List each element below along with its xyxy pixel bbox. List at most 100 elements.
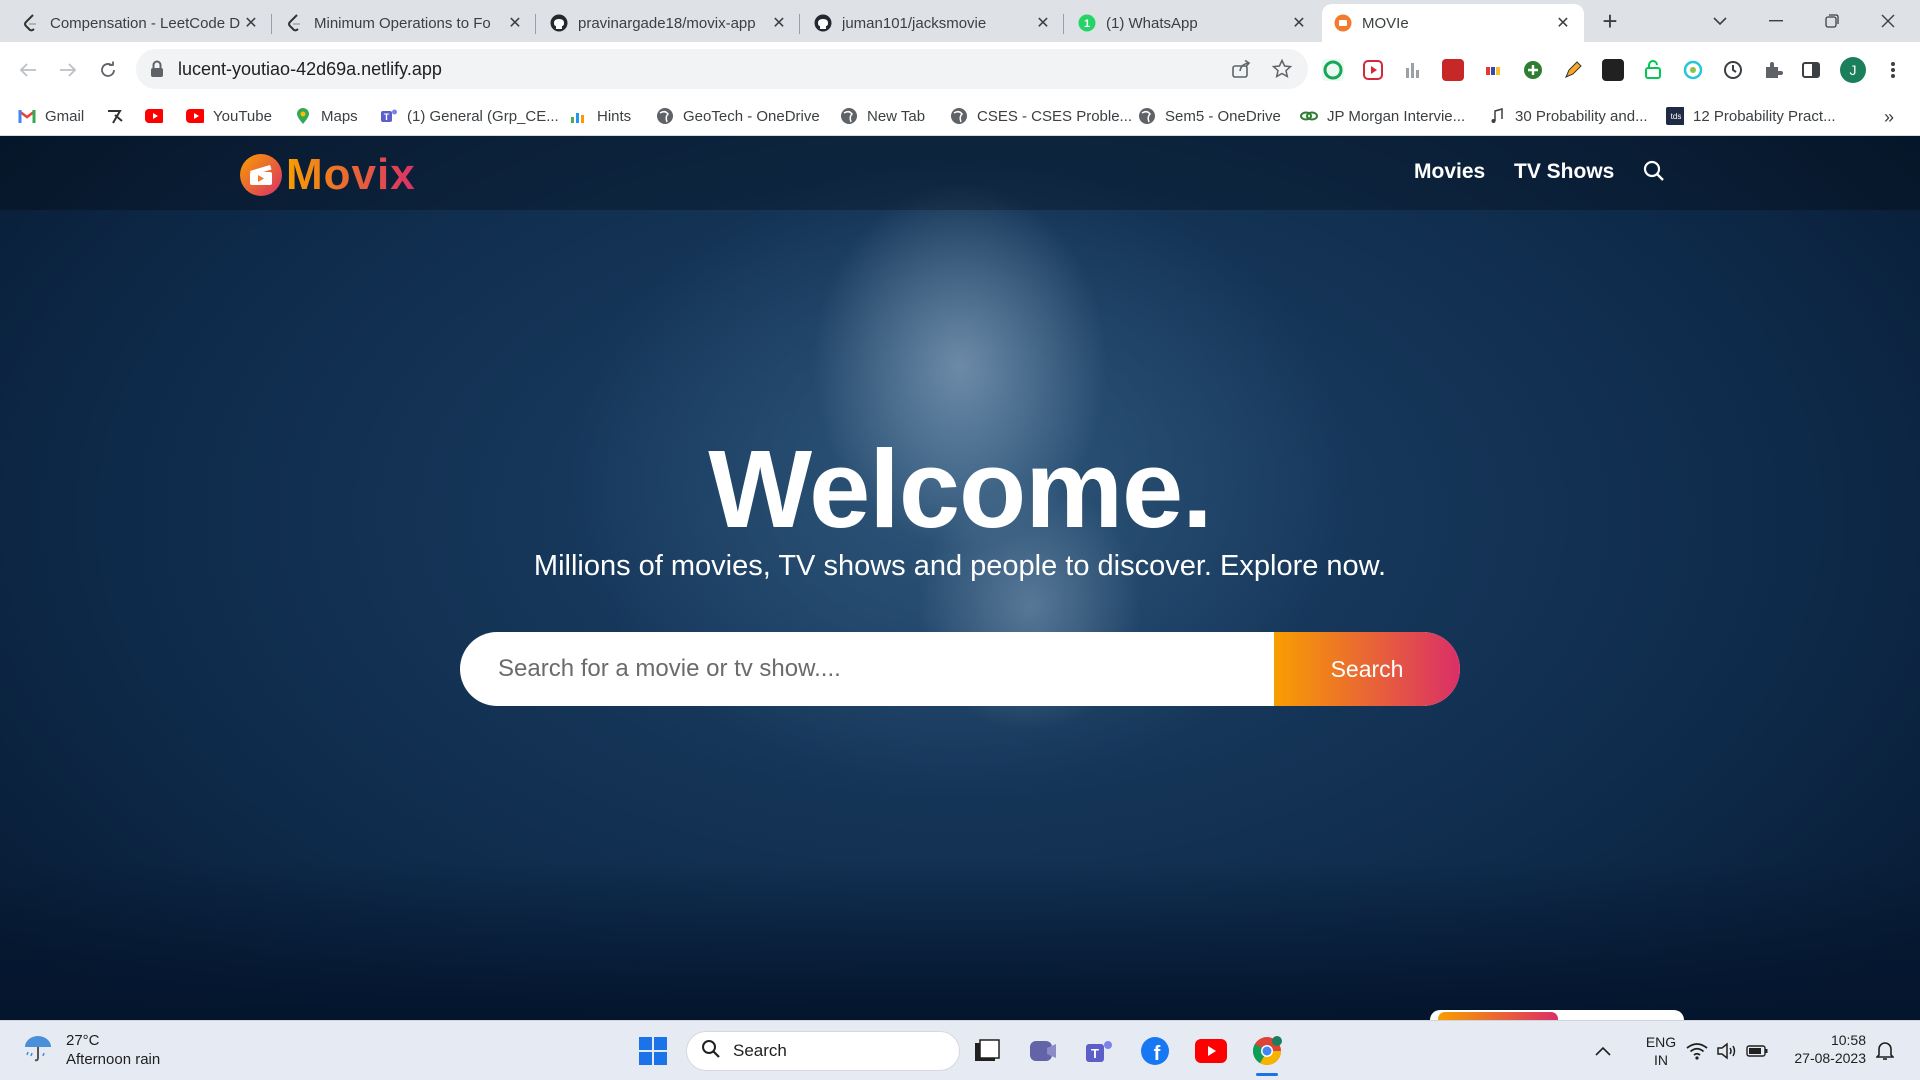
extension-icon-red-play[interactable] — [1362, 59, 1384, 81]
bookmark-item[interactable]: JP Morgan Intervie... — [1300, 107, 1465, 125]
lock-icon[interactable] — [150, 60, 164, 83]
restore-icon[interactable] — [1818, 8, 1846, 34]
extension-icon-target[interactable] — [1682, 59, 1704, 81]
browser-tab-active[interactable]: MOVIe ✕ — [1322, 4, 1584, 42]
github-icon — [550, 14, 568, 32]
bookmark-item[interactable]: Maps — [294, 107, 358, 125]
time-text: 10:58 — [1830, 1032, 1866, 1048]
bookmark-item[interactable]: CSES - CSES Proble... — [950, 107, 1132, 125]
movix-logo[interactable]: Movix — [240, 150, 416, 200]
browser-tab[interactable]: juman101/jacksmovie ✕ — [802, 4, 1064, 42]
date-text: 27-08-2023 — [1794, 1050, 1866, 1066]
browser-tab[interactable]: Minimum Operations to Fo ✕ — [274, 4, 536, 42]
tab-title: MOVIe — [1362, 14, 1409, 32]
globe-icon — [840, 107, 858, 125]
search-input[interactable] — [460, 632, 1274, 706]
profile-avatar[interactable]: J — [1840, 57, 1866, 83]
clapperboard-icon — [240, 154, 282, 196]
wifi-icon[interactable] — [1680, 1034, 1714, 1068]
menu-tv-shows[interactable]: TV Shows — [1514, 160, 1614, 184]
chevron-up-icon[interactable] — [1586, 1034, 1620, 1068]
extension-icon-chart[interactable] — [1402, 59, 1424, 81]
extension-icon-lock-green[interactable] — [1642, 59, 1664, 81]
extension-icon-pen[interactable] — [1562, 59, 1584, 81]
search-button[interactable]: Search — [1274, 632, 1460, 706]
tab-search-chevron-icon[interactable] — [1706, 8, 1734, 34]
clock[interactable]: 10:58 27-08-2023 — [1776, 1031, 1866, 1067]
bookmark-star-icon[interactable] — [1270, 57, 1294, 81]
extension-icon-black[interactable] — [1602, 59, 1624, 81]
language-indicator[interactable]: ENG IN — [1636, 1033, 1686, 1069]
svg-text:T: T — [384, 112, 390, 122]
kebab-menu-icon[interactable] — [1882, 59, 1904, 81]
browser-tab[interactable]: pravinargade18/movix-app ✕ — [538, 4, 800, 42]
browser-tab[interactable]: 1 (1) WhatsApp ✕ — [1066, 4, 1320, 42]
close-tab-icon[interactable]: ✕ — [506, 13, 524, 33]
extension-icon-plus[interactable] — [1522, 59, 1544, 81]
teams-icon[interactable]: T — [1082, 1034, 1116, 1068]
tab-title: juman101/jacksmovie — [842, 14, 987, 32]
url-text[interactable]: lucent-youtiao-42d69a.netlify.app — [178, 59, 442, 80]
close-tab-icon[interactable]: ✕ — [242, 13, 260, 33]
bookmark-item[interactable]: Sem5 - OneDrive — [1138, 107, 1281, 125]
bookmark-item[interactable]: New Tab — [840, 107, 925, 125]
weather-widget[interactable]: 27°C Afternoon rain — [22, 1031, 160, 1069]
floating-toggle[interactable] — [1430, 1010, 1684, 1020]
close-tab-icon[interactable]: ✕ — [1034, 13, 1052, 33]
teams-icon: T — [380, 107, 398, 125]
close-tab-icon[interactable]: ✕ — [770, 13, 788, 33]
windows-start-icon[interactable] — [636, 1034, 670, 1068]
taskbar-search[interactable]: Search — [686, 1031, 960, 1071]
close-tab-icon[interactable]: ✕ — [1554, 13, 1572, 33]
bookmark-item[interactable]: Hints — [570, 107, 631, 125]
close-window-icon[interactable] — [1874, 8, 1902, 34]
search-icon[interactable] — [1643, 160, 1665, 187]
web-page: Movix Movies TV Shows Welcome. Millions … — [0, 136, 1920, 1020]
bookmark-item[interactable] — [106, 107, 133, 125]
youtube-icon[interactable] — [1194, 1034, 1228, 1068]
browser-tab[interactable]: Compensation - LeetCode D ✕ — [10, 4, 272, 42]
leetcode-icon — [286, 14, 304, 32]
back-arrow-icon[interactable] — [14, 56, 42, 84]
bookmark-item[interactable]: Gmail — [18, 107, 84, 125]
task-view-icon[interactable] — [970, 1034, 1004, 1068]
tab-title: Compensation - LeetCode D — [50, 14, 241, 32]
bookmark-item[interactable]: T (1) General (Grp_CE... — [380, 107, 559, 125]
notification-bell-icon[interactable] — [1868, 1034, 1902, 1068]
menu-movies[interactable]: Movies — [1414, 160, 1485, 184]
forward-arrow-icon[interactable] — [54, 56, 82, 84]
minimize-icon[interactable] — [1762, 8, 1790, 34]
bookmark-item[interactable] — [145, 107, 172, 125]
brand-name: Movix — [286, 150, 416, 199]
share-icon[interactable] — [1230, 57, 1254, 81]
bookmark-item[interactable]: 30 Probability and... — [1488, 107, 1648, 125]
gmail-icon — [18, 107, 36, 125]
extension-icon-green[interactable] — [1322, 59, 1344, 81]
browser-tab-strip: Compensation - LeetCode D ✕ Minimum Oper… — [0, 0, 1920, 42]
extensions-puzzle-icon[interactable] — [1762, 59, 1784, 81]
battery-icon[interactable] — [1740, 1034, 1774, 1068]
side-panel-icon[interactable] — [1800, 59, 1822, 81]
chrome-icon[interactable] — [1250, 1034, 1284, 1068]
extension-icon-dark-red[interactable] — [1442, 59, 1464, 81]
globe-icon — [656, 107, 674, 125]
bookmark-item[interactable]: YouTube — [186, 107, 272, 125]
clock-icon[interactable] — [1722, 59, 1744, 81]
youtube-icon — [186, 107, 204, 125]
github-icon — [814, 14, 832, 32]
facebook-icon[interactable]: f — [1138, 1034, 1172, 1068]
volume-icon[interactable] — [1710, 1034, 1744, 1068]
hints-icon — [570, 107, 588, 125]
chat-video-icon[interactable] — [1026, 1034, 1060, 1068]
new-tab-button[interactable]: + — [1596, 6, 1624, 36]
address-bar[interactable]: lucent-youtiao-42d69a.netlify.app — [136, 49, 1308, 89]
bookmark-item[interactable]: tds 12 Probability Pract... — [1666, 107, 1836, 125]
bookmark-item[interactable]: GeoTech - OneDrive — [656, 107, 820, 125]
tab-title: Minimum Operations to Fo — [314, 14, 491, 32]
close-tab-icon[interactable]: ✕ — [1290, 13, 1308, 33]
reload-icon[interactable] — [94, 56, 122, 84]
extension-icon-multicolor[interactable] — [1482, 59, 1504, 81]
whatsapp-icon: 1 — [1078, 14, 1096, 32]
more-bookmarks-button[interactable]: » — [1884, 107, 1894, 128]
hero-subtitle: Millions of movies, TV shows and people … — [533, 550, 1387, 582]
